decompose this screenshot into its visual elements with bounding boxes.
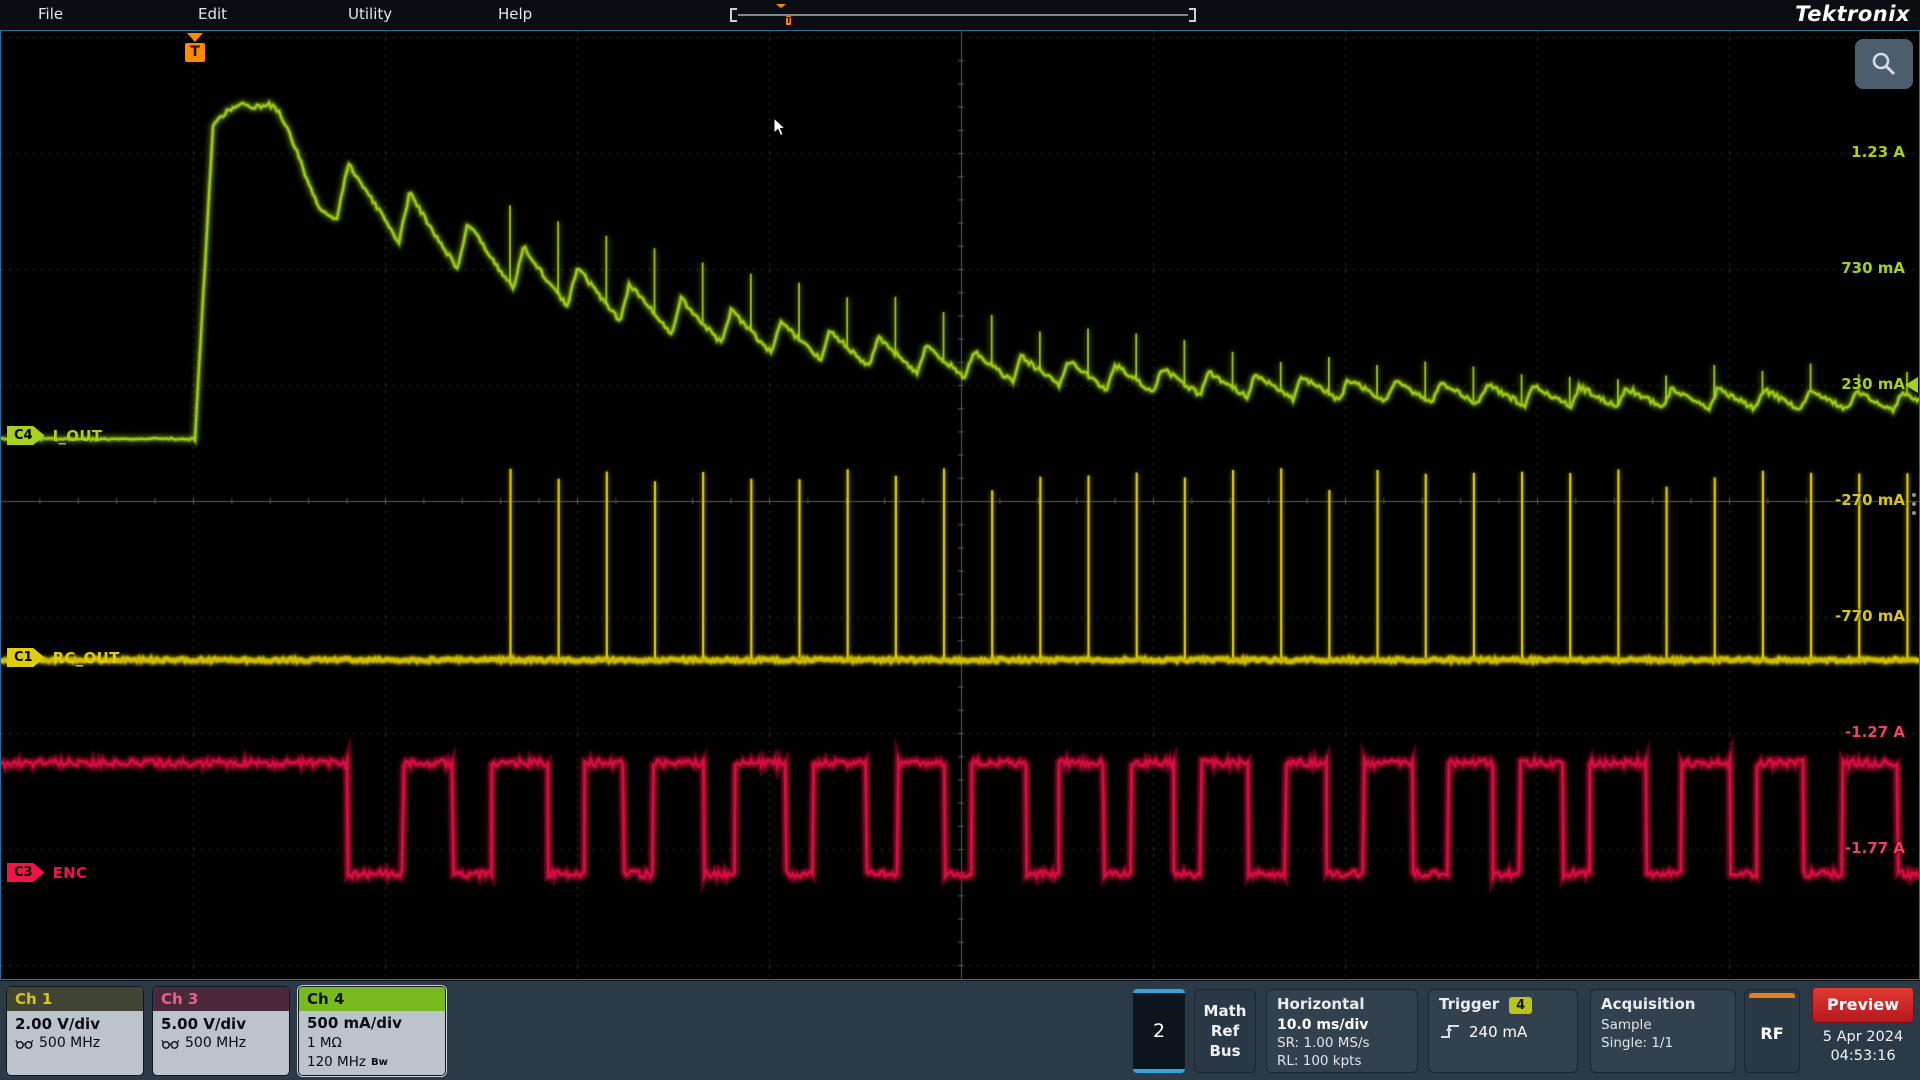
time-label: 04:53:16	[1812, 1047, 1914, 1066]
ch3-title: Ch 3	[153, 987, 289, 1011]
ch4-impedance: 1 MΩ	[307, 1034, 342, 1053]
trigger-source-badge: 4	[1509, 997, 1532, 1014]
c4-label: I_OUT	[53, 427, 103, 445]
right-axis-label: -270 mA	[1835, 491, 1905, 509]
waveform-display: T 1.23 A 730 mA 230 mA -270 mA -770 mA -…	[0, 30, 1920, 980]
menu-utility[interactable]: Utility	[348, 5, 392, 23]
rf-button[interactable]: RF	[1744, 989, 1800, 1073]
menu-edit[interactable]: Edit	[198, 5, 227, 23]
ch1-bandwidth: 500 MHz	[39, 1034, 100, 1053]
ch4-badge[interactable]: Ch 4 500 mA/div 1 MΩ 120 MHz Bw	[298, 986, 446, 1076]
ch4-title: Ch 4	[299, 987, 445, 1011]
zoom-magnifier-button[interactable]	[1855, 39, 1913, 89]
c1-label: RC_OUT	[53, 649, 120, 667]
ch4-bandwidth: 120 MHz	[307, 1053, 366, 1072]
ch1-badge[interactable]: Ch 1 2.00 V/div 500 MHz	[6, 986, 144, 1076]
preview-button[interactable]: Preview	[1812, 987, 1914, 1023]
side-drawer-handle[interactable]	[1912, 493, 1916, 515]
ch3-bandwidth: 500 MHz	[185, 1034, 246, 1053]
c3-tag: C3	[7, 863, 45, 882]
preview-block: Preview 5 Apr 2024 04:53:16	[1812, 987, 1914, 1066]
right-axis-label: -770 mA	[1835, 607, 1905, 625]
right-axis-label: 730 mA	[1841, 259, 1905, 277]
tektronix-logo: Tektronix	[1795, 2, 1910, 26]
status-bar: Ch 1 2.00 V/div 500 MHz Ch 3 5.00 V/div	[0, 980, 1920, 1080]
rf-label: RF	[1745, 1024, 1799, 1043]
horizontal-record-length: RL: 100 kpts	[1277, 1052, 1407, 1070]
c1-tag: C1	[7, 648, 45, 667]
horizontal-title: Horizontal	[1277, 995, 1407, 1013]
trigger-level: 240 mA	[1469, 1023, 1527, 1041]
bus-label: Bus	[1209, 1042, 1240, 1060]
horizontal-panel[interactable]: Horizontal 10.0 ms/div SR: 1.00 MS/s RL:…	[1266, 989, 1418, 1073]
ref-label: Ref	[1211, 1022, 1239, 1040]
waveform-canvas[interactable]	[1, 31, 1919, 979]
ch3-badge[interactable]: Ch 3 5.00 V/div 500 MHz	[152, 986, 290, 1076]
menu-bar: File Edit Utility Help T Tektronix	[0, 0, 1920, 30]
acquisition-title: Acquisition	[1601, 995, 1725, 1013]
math-label: Math	[1204, 1002, 1247, 1020]
ch1-scale: 2.00 V/div	[15, 1014, 135, 1034]
scrollbar-left-bracket	[730, 8, 737, 22]
math-ref-bus-button[interactable]: Math Ref Bus	[1194, 989, 1256, 1073]
channel-badge-c3[interactable]: C3 ENC	[7, 863, 87, 882]
right-axis-label: -1.77 A	[1845, 839, 1905, 857]
trigger-arrow-icon	[187, 33, 203, 42]
trigger-title: Trigger	[1439, 995, 1499, 1013]
scrollbar-right-bracket	[1189, 8, 1196, 22]
acquisition-mode: Sample	[1601, 1016, 1725, 1034]
zoom-factor-button[interactable]: 2	[1133, 989, 1185, 1073]
rf-accent-bar	[1749, 993, 1795, 998]
bandwidth-filter-icon	[15, 1038, 34, 1050]
ch4-bw-suffix: Bw	[371, 1053, 388, 1072]
channel-badge-c1[interactable]: C1 RC_OUT	[7, 648, 120, 667]
ch4-scale: 500 mA/div	[307, 1013, 437, 1034]
c3-label: ENC	[53, 864, 88, 882]
right-axis-label: 1.23 A	[1851, 143, 1905, 161]
scrollbar-trigger-position-icon[interactable]: T	[776, 8, 788, 22]
c4-tag: C4	[7, 426, 45, 445]
horizontal-scale: 10.0 ms/div	[1277, 1016, 1407, 1034]
right-axis-label: -1.27 A	[1845, 723, 1905, 741]
horizontal-position-scrollbar[interactable]: T	[730, 7, 1196, 23]
channel-badge-c4[interactable]: C4 I_OUT	[7, 426, 102, 445]
menu-file[interactable]: File	[38, 5, 63, 23]
scrollbar-track	[738, 14, 1188, 16]
mouse-cursor	[773, 117, 787, 137]
date-label: 5 Apr 2024	[1812, 1028, 1914, 1047]
acquisition-single: Single: 1/1	[1601, 1034, 1725, 1052]
rising-edge-icon	[1439, 1023, 1461, 1041]
menu-help[interactable]: Help	[498, 5, 532, 23]
ch3-scale: 5.00 V/div	[161, 1014, 281, 1034]
ch1-title: Ch 1	[7, 987, 143, 1011]
acquisition-panel[interactable]: Acquisition Sample Single: 1/1	[1590, 989, 1736, 1073]
bandwidth-filter-icon	[161, 1038, 180, 1050]
ch4-level-marker-icon[interactable]	[1905, 377, 1918, 393]
trigger-t-icon: T	[185, 43, 205, 62]
zoom-factor-value: 2	[1153, 1020, 1165, 1042]
horizontal-sample-rate: SR: 1.00 MS/s	[1277, 1034, 1407, 1052]
magnifier-icon	[1869, 50, 1899, 78]
trigger-position-marker[interactable]: T	[184, 33, 206, 62]
trigger-panel[interactable]: Trigger 4 240 mA	[1428, 989, 1578, 1073]
right-axis-label: 230 mA	[1841, 375, 1905, 393]
